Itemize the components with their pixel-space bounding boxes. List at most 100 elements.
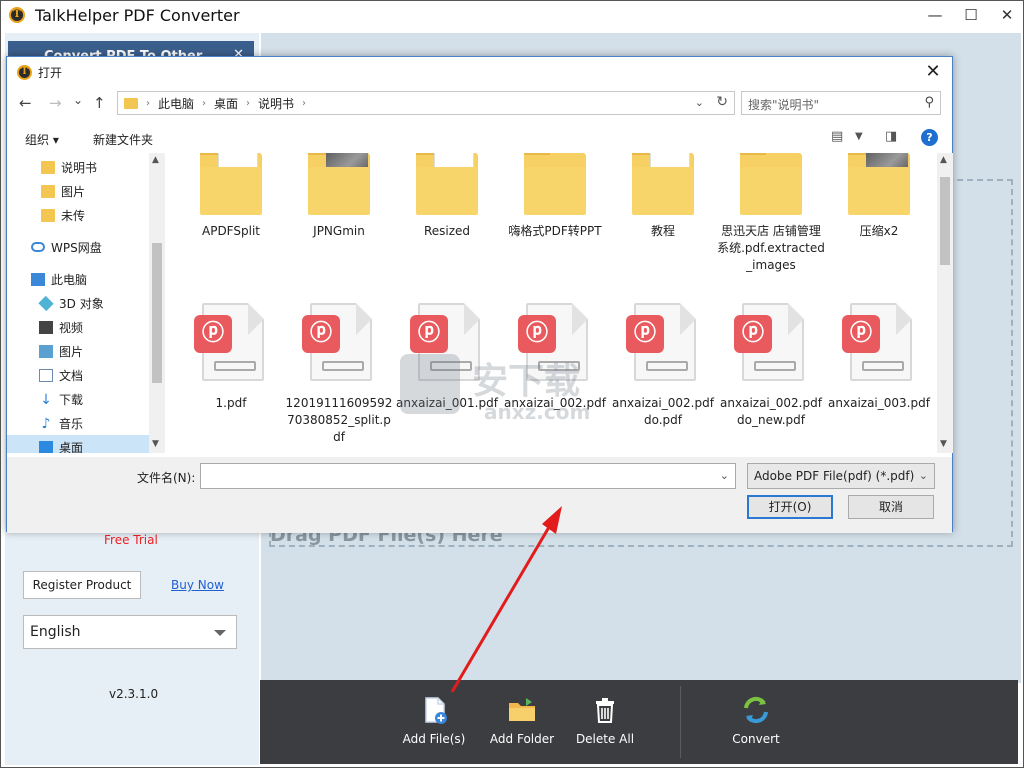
cancel-button[interactable]: 取消 [848,495,934,519]
folder-icon [740,153,802,215]
pdf-file-item[interactable]: ⓟ anxaizai_002.pdfdo_new.pdf [717,303,825,429]
maximize-button[interactable]: ☐ [961,5,981,25]
nav-pane-item-label: 文档 [59,368,84,383]
navigation-pane-scrollbar[interactable]: ▲ ▼ [149,153,165,453]
forward-arrow-icon[interactable]: → [49,94,62,112]
open-button[interactable]: 打开(O) [747,495,833,519]
up-arrow-icon[interactable]: ↑ [93,94,106,112]
recent-locations-icon[interactable]: ⌄ [73,93,83,107]
register-product-button[interactable]: Register Product [23,571,141,599]
help-icon[interactable]: ? [921,129,938,146]
chevron-down-icon[interactable]: ⌄ [720,469,729,482]
file-list-scrollbar[interactable]: ▲ ▼ [937,153,953,453]
breadcrumb-item[interactable]: 说明书 [258,95,294,112]
nav-pane-item-label: 未传 [61,208,86,223]
search-input[interactable]: 搜索"说明书" ⚲ [741,91,941,115]
pdf-file-item[interactable]: ⓟ anxaizai_002.pdf [501,303,609,412]
nav-pane-item-label: 3D 对象 [59,296,104,311]
file-name: anxaizai_002.pdfdo_new.pdf [720,396,822,427]
breadcrumb-separator: › [246,97,251,109]
folder-item[interactable]: JPNGmin [285,153,393,240]
folder-item[interactable]: Resized [393,153,501,240]
close-button[interactable]: ✕ [997,5,1017,25]
nav-pane-item[interactable]: 未传 [7,203,149,227]
address-bar[interactable]: › 此电脑 › 桌面 › 说明书 › ⌄ ↻ [117,91,735,115]
nav-pane-item-label: 此电脑 [51,272,88,287]
toolbar-divider [680,686,681,758]
pdf-file-item[interactable]: ⓟ 1.pdf [177,303,285,412]
app-logo-icon: T [9,7,25,23]
minimize-button[interactable]: — [925,5,945,25]
scrollbar-thumb[interactable] [152,243,162,383]
delete-all-button[interactable]: Delete All [572,694,638,756]
folder-item[interactable]: 教程 [609,153,717,240]
folder-item[interactable]: 压缩x2 [825,153,933,240]
scroll-down-icon[interactable]: ▼ [152,439,159,449]
document-icon [39,368,53,382]
nav-pane-item[interactable]: 说明书 [7,155,149,179]
pdf-file-icon: ⓟ [518,303,588,381]
nav-pane-item[interactable]: 桌面 [7,435,149,453]
folder-icon [41,184,55,198]
nav-pane-item[interactable]: WPS网盘 [7,235,149,259]
language-select[interactable]: English [23,615,237,649]
nav-pane-item[interactable]: 视频 [7,315,149,339]
filetype-value: Adobe PDF File(pdf) (*.pdf) [754,469,915,483]
nav-pane-item[interactable]: 文档 [7,363,149,387]
file-name: anxaizai_002.pdfdo.pdf [612,396,714,427]
folder-name: 压缩x2 [859,224,899,238]
back-arrow-icon[interactable]: ← [19,94,32,112]
scroll-up-icon[interactable]: ▲ [152,155,159,165]
scroll-up-icon[interactable]: ▲ [940,155,947,165]
pdf-file-item[interactable]: ⓟ anxaizai_003.pdf [825,303,933,412]
convert-label: Convert [732,732,780,746]
filename-input[interactable]: ⌄ [200,463,736,489]
preview-pane-icon[interactable]: ◨ [885,129,897,144]
nav-pane-item[interactable]: 图片 [7,179,149,203]
search-icon[interactable]: ⚲ [924,95,934,110]
file-name: 1201911160959270380852_split.pdf [285,396,393,444]
pdf-file-item[interactable]: ⓟ anxaizai_001.pdf [393,303,501,412]
nav-pane-item[interactable]: ↓ 下载 [7,387,149,411]
cloud-icon [31,242,45,252]
refresh-icon[interactable]: ↻ [716,94,728,110]
navigation-pane: 桌面 ♪ 音乐 ↓ 下载 文档 图片 视频 3D 对象 此电脑 WPS网盘 未传 图片 说明书 ▲ ▼ [7,153,165,453]
scroll-down-icon[interactable]: ▼ [940,439,947,449]
folder-icon [124,97,138,109]
scrollbar-thumb[interactable] [940,177,950,265]
nav-pane-item[interactable]: 3D 对象 [7,291,149,315]
nav-pane-item-label: WPS网盘 [51,240,102,255]
add-folder-button[interactable]: Add Folder [486,694,558,756]
picture-icon [39,344,53,358]
breadcrumb-item[interactable]: 桌面 [214,95,238,112]
organize-menu[interactable]: 组织 ▾ [25,131,59,148]
file-list: APDFSplit JPNGmin Resized 嗨格式PDF转PPT 教程 思迅天店 … [165,153,937,453]
buy-now-link[interactable]: Buy Now [171,578,224,592]
add-files-button[interactable]: Add File(s) [400,694,468,756]
pdf-file-icon: ⓟ [626,303,696,381]
chevron-down-icon[interactable]: ⌄ [695,96,704,109]
nav-pane-item[interactable]: 此电脑 [7,267,149,291]
nav-pane-item-label: 图片 [59,344,84,359]
view-options-icon[interactable]: ▤ [831,129,843,144]
folder-icon [632,153,694,215]
nav-pane-item-label: 桌面 [59,440,84,454]
folder-item[interactable]: 嗨格式PDF转PPT [501,153,609,240]
dialog-navigation-bar: ← → ⌄ ↑ › 此电脑 › 桌面 › 说明书 › ⌄ ↻ 搜索"说明书" ⚲ [7,91,952,117]
convert-button[interactable]: Convert [726,694,786,756]
nav-pane-item[interactable]: ♪ 音乐 [7,411,149,435]
pdf-file-icon: ⓟ [194,303,264,381]
pdf-file-item[interactable]: ⓟ anxaizai_002.pdfdo.pdf [609,303,717,429]
nav-pane-item[interactable]: 图片 [7,339,149,363]
folder-name: 思迅天店 店铺管理系统.pdf.extracted_images [717,224,825,272]
new-folder-button[interactable]: 新建文件夹 [93,131,153,148]
chevron-down-icon[interactable]: ▼ [855,131,863,142]
breadcrumb-item[interactable]: 此电脑 [158,95,194,112]
folder-item[interactable]: APDFSplit [177,153,285,240]
file-name: anxaizai_001.pdf [396,396,498,410]
pdf-file-item[interactable]: ⓟ 1201911160959270380852_split.pdf [285,303,393,446]
dialog-titlebar: T 打开 ✕ [7,57,952,87]
filetype-select[interactable]: Adobe PDF File(pdf) (*.pdf) ⌄ [747,463,935,489]
dialog-close-button[interactable]: ✕ [922,61,944,82]
folder-item[interactable]: 思迅天店 店铺管理系统.pdf.extracted_images [717,153,825,274]
